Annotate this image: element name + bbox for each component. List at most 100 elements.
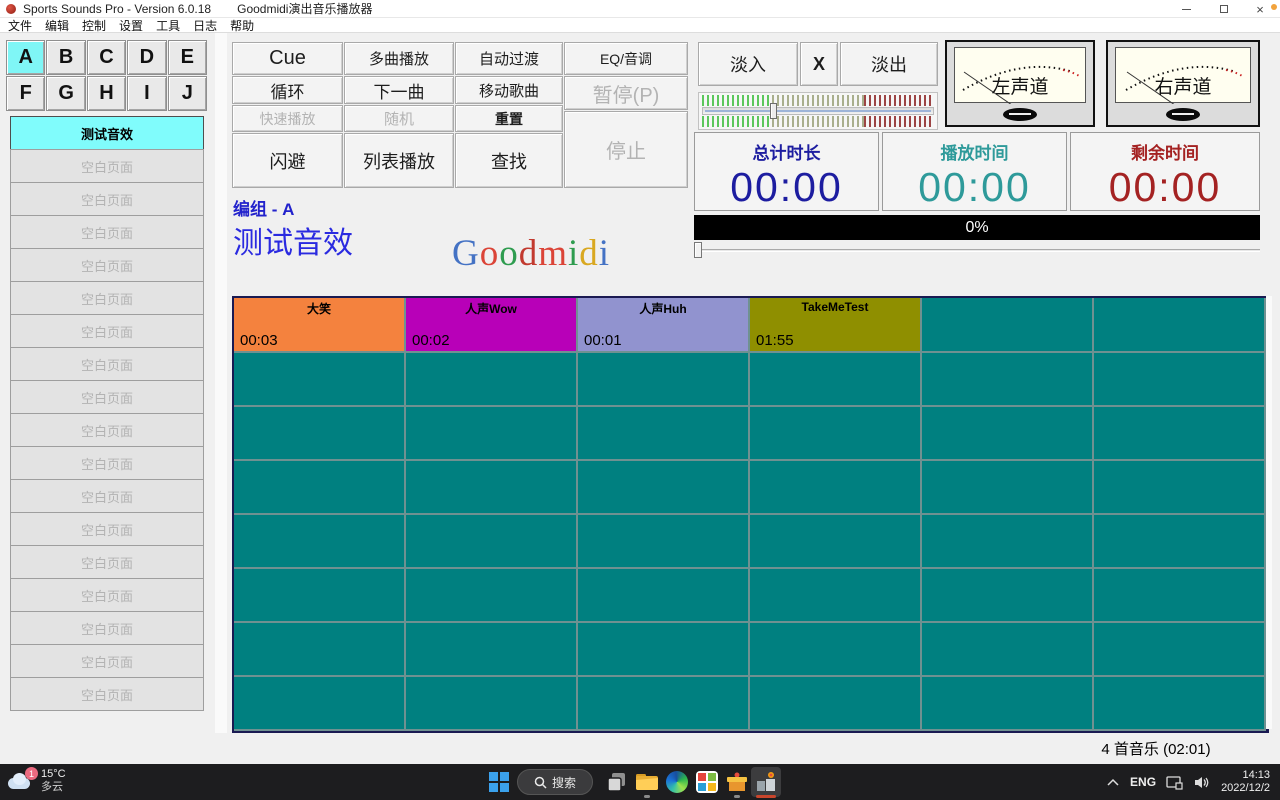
restore-button[interactable] bbox=[1210, 0, 1238, 18]
page-item-3[interactable]: 空白页面 bbox=[10, 182, 204, 216]
page-item-6[interactable]: 空白页面 bbox=[10, 281, 204, 315]
seek-slider[interactable] bbox=[694, 241, 1260, 259]
page-item-14[interactable]: 空白页面 bbox=[10, 545, 204, 579]
sound-button-大笑[interactable]: 大笑 00:03 bbox=[234, 298, 406, 353]
app-box-button[interactable] bbox=[725, 770, 749, 794]
speaker-icon[interactable] bbox=[1194, 775, 1211, 790]
cue-button[interactable]: Cue bbox=[232, 42, 343, 75]
page-item-1[interactable]: 测试音效 bbox=[10, 116, 204, 150]
move-song-button[interactable]: 移动歌曲 bbox=[455, 76, 563, 104]
page-item-9[interactable]: 空白页面 bbox=[10, 380, 204, 414]
pause-button[interactable]: 暂停(P) bbox=[564, 76, 688, 110]
language-indicator[interactable]: ENG bbox=[1130, 775, 1156, 789]
active-app-button[interactable] bbox=[751, 767, 781, 797]
empty-grid-cell bbox=[1094, 569, 1266, 623]
seek-thumb[interactable] bbox=[694, 242, 702, 258]
network-icon[interactable] bbox=[1166, 775, 1184, 790]
tab-H[interactable]: H bbox=[87, 76, 126, 111]
empty-grid-cell bbox=[750, 461, 922, 515]
weather-widget[interactable]: 1 15°C 多云 bbox=[6, 768, 66, 794]
volume-thumb[interactable] bbox=[770, 103, 777, 119]
tab-B[interactable]: B bbox=[46, 40, 85, 75]
page-item-5[interactable]: 空白页面 bbox=[10, 248, 204, 282]
quick-play-button[interactable]: 快速播放 bbox=[232, 105, 343, 132]
empty-grid-cell bbox=[750, 569, 922, 623]
clock-date: 2022/12/2 bbox=[1221, 782, 1270, 795]
tab-I[interactable]: I bbox=[127, 76, 166, 111]
close-button[interactable]: × bbox=[1246, 0, 1274, 18]
loop-button[interactable]: 循环 bbox=[232, 76, 343, 104]
auto-fade-button[interactable]: 自动过渡 bbox=[455, 42, 563, 75]
seek-track[interactable] bbox=[694, 249, 1260, 252]
total-time-value: 00:00 bbox=[695, 164, 878, 211]
edge-icon bbox=[666, 771, 688, 793]
tray-chevron-up-icon[interactable] bbox=[1106, 777, 1120, 788]
empty-grid-cell bbox=[750, 407, 922, 461]
cancel-fade-button[interactable]: X bbox=[800, 42, 838, 86]
page-item-11[interactable]: 空白页面 bbox=[10, 446, 204, 480]
stop-button[interactable]: 停止 bbox=[564, 111, 688, 188]
volume-slider[interactable] bbox=[698, 92, 938, 130]
empty-grid-cell bbox=[406, 461, 578, 515]
multi-play-button[interactable]: 多曲播放 bbox=[344, 42, 454, 75]
volume-track[interactable] bbox=[702, 107, 934, 115]
page-item-17[interactable]: 空白页面 bbox=[10, 644, 204, 678]
menu-item-1[interactable]: 文件 bbox=[8, 17, 32, 34]
find-button[interactable]: 查找 bbox=[455, 133, 563, 188]
tab-D[interactable]: D bbox=[127, 40, 166, 75]
sound-button-TakeMeTest[interactable]: TakeMeTest01:55 bbox=[750, 298, 922, 353]
task-view-button[interactable] bbox=[605, 770, 629, 794]
page-item-2[interactable]: 空白页面 bbox=[10, 149, 204, 183]
page-item-12[interactable]: 空白页面 bbox=[10, 479, 204, 513]
logo-letter: d bbox=[579, 233, 599, 274]
duck-button[interactable]: 闪避 bbox=[232, 133, 343, 188]
sound-button-人声Huh[interactable]: 人声Huh00:01 bbox=[578, 298, 750, 353]
page-item-7[interactable]: 空白页面 bbox=[10, 314, 204, 348]
menu-item-4[interactable]: 设置 bbox=[119, 17, 143, 34]
menu-item-2[interactable]: 编辑 bbox=[45, 17, 69, 34]
fade-out-button[interactable]: 淡出 bbox=[840, 42, 938, 86]
tab-C[interactable]: C bbox=[87, 40, 126, 75]
sound-duration: 00:03 bbox=[240, 332, 278, 349]
start-button[interactable] bbox=[487, 770, 511, 794]
page-item-8[interactable]: 空白页面 bbox=[10, 347, 204, 381]
store-button[interactable] bbox=[695, 770, 719, 794]
menu-item-3[interactable]: 控制 bbox=[82, 17, 106, 34]
window-subtitle: Goodmidi演出音乐播放器 bbox=[237, 0, 372, 17]
tab-G[interactable]: G bbox=[46, 76, 85, 111]
list-play-button[interactable]: 列表播放 bbox=[344, 133, 454, 188]
page-item-15[interactable]: 空白页面 bbox=[10, 578, 204, 612]
taskbar-clock[interactable]: 14:13 2022/12/2 bbox=[1221, 769, 1270, 795]
page-item-16[interactable]: 空白页面 bbox=[10, 611, 204, 645]
tab-F[interactable]: F bbox=[6, 76, 45, 111]
menu-item-7[interactable]: 帮助 bbox=[230, 17, 254, 34]
edge-button[interactable] bbox=[665, 770, 689, 794]
reset-button[interactable]: 重置 bbox=[455, 105, 563, 132]
menu-item-5[interactable]: 工具 bbox=[156, 17, 180, 34]
empty-grid-cell bbox=[234, 461, 406, 515]
file-explorer-button[interactable] bbox=[635, 770, 659, 794]
fade-in-button[interactable]: 淡入 bbox=[698, 42, 798, 86]
clock-time: 14:13 bbox=[1221, 769, 1270, 782]
logo-letter: o bbox=[499, 233, 519, 274]
empty-grid-cell bbox=[1094, 298, 1266, 353]
random-button[interactable]: 随机 bbox=[344, 105, 454, 132]
empty-grid-cell bbox=[1094, 407, 1266, 461]
page-item-4[interactable]: 空白页面 bbox=[10, 215, 204, 249]
empty-grid-cell bbox=[922, 623, 1094, 677]
window-title: Sports Sounds Pro - Version 6.0.18 bbox=[23, 2, 211, 16]
tab-J[interactable]: J bbox=[168, 76, 207, 111]
menu-item-6[interactable]: 日志 bbox=[193, 17, 217, 34]
tab-E[interactable]: E bbox=[168, 40, 207, 75]
taskbar-search[interactable]: 搜索 bbox=[517, 769, 593, 795]
page-item-13[interactable]: 空白页面 bbox=[10, 512, 204, 546]
page-item-18[interactable]: 空白页面 bbox=[10, 677, 204, 711]
sound-name: 大笑 bbox=[234, 300, 404, 317]
eq-pitch-button[interactable]: EQ/音调 bbox=[564, 42, 688, 75]
sound-button-人声Wow[interactable]: 人声Wow00:02 bbox=[406, 298, 578, 353]
page-item-10[interactable]: 空白页面 bbox=[10, 413, 204, 447]
next-song-button[interactable]: 下一曲 bbox=[344, 76, 454, 104]
sports-sounds-taskbar-icon bbox=[754, 770, 778, 794]
tab-A[interactable]: A bbox=[6, 40, 45, 75]
minimize-button[interactable] bbox=[1172, 0, 1200, 18]
